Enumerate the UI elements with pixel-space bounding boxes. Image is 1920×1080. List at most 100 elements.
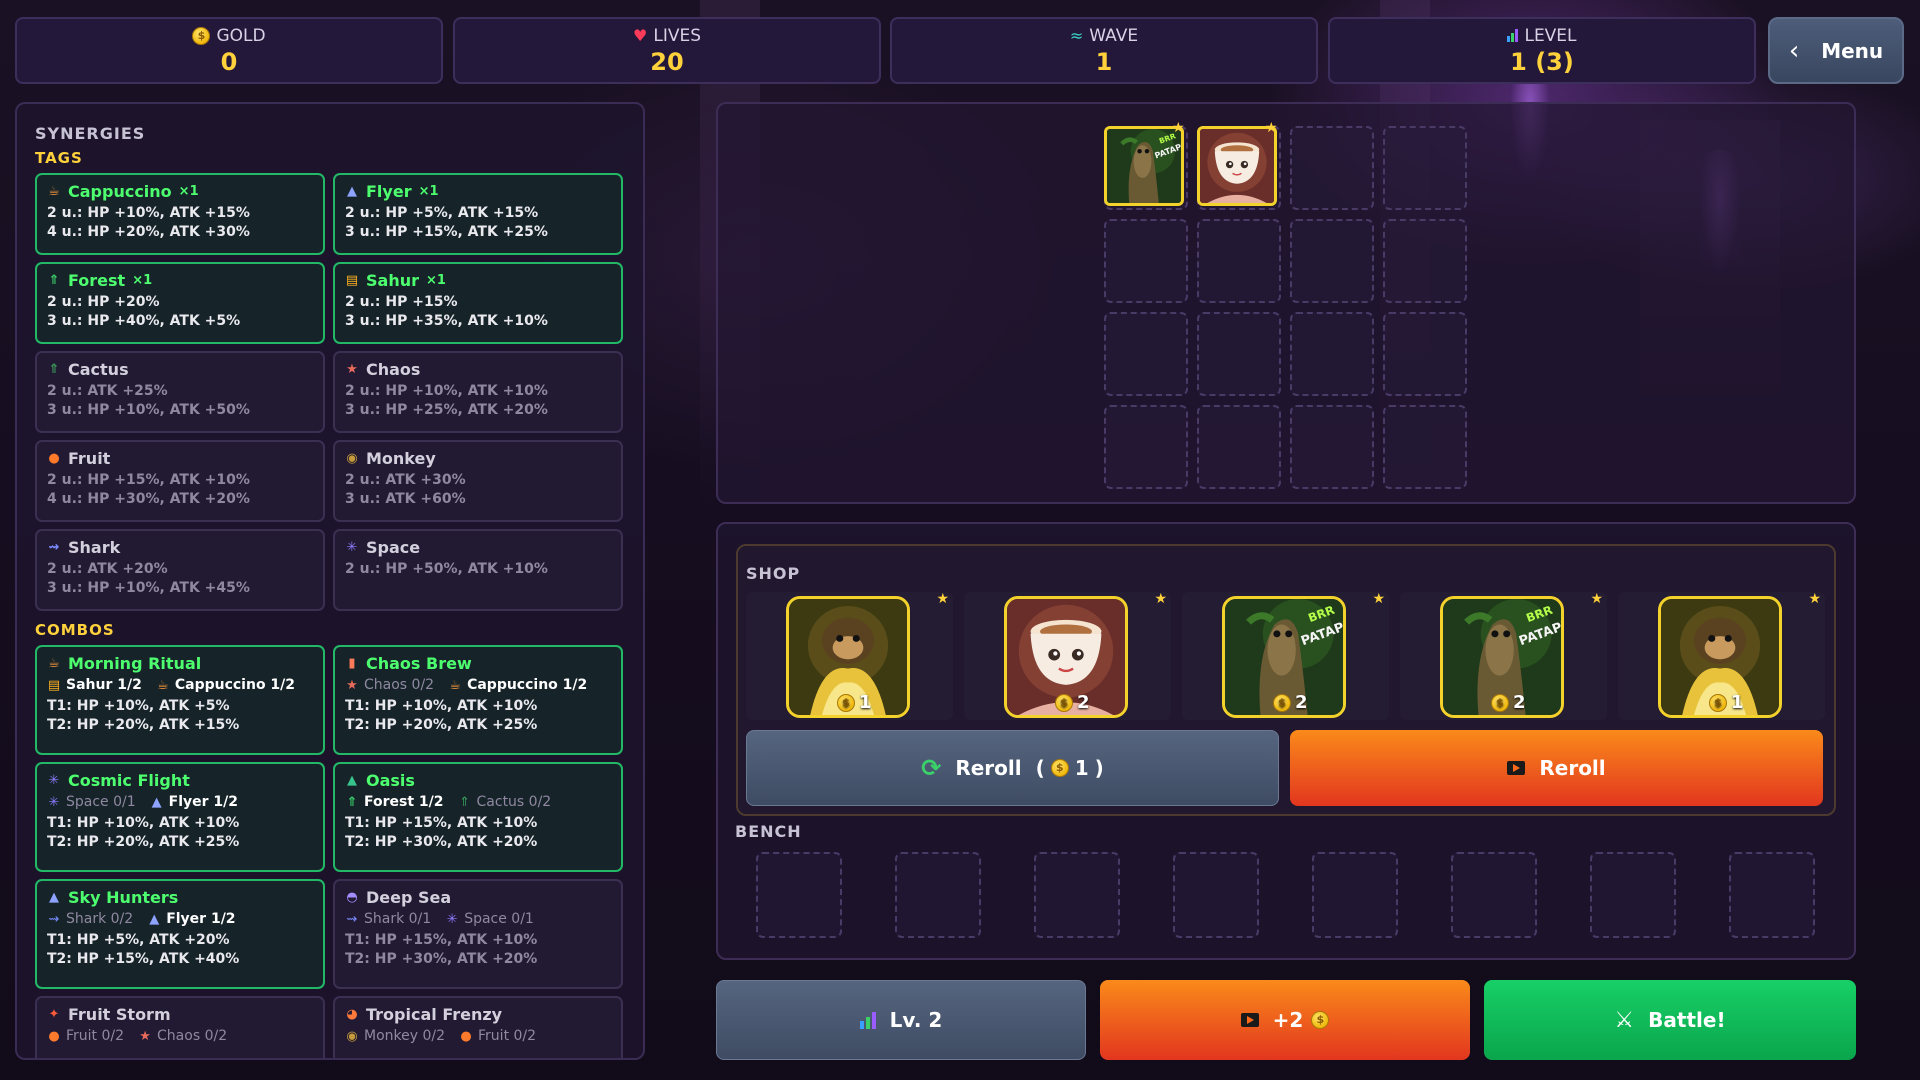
shop-unit-portrait: BRR PATAPIM $2: [1222, 596, 1346, 718]
coin-icon: $: [837, 693, 855, 712]
shop-unit-cost: $2: [1491, 692, 1526, 713]
bench-slot-1[interactable]: [756, 852, 842, 938]
star-icon: ★: [1154, 591, 1167, 607]
combo-card-cosmic-flight[interactable]: ✳ Cosmic Flight ✳ Space 0/1 ▲ Flyer 1/2 T1: HP…: [35, 762, 325, 872]
shop-unit-cost-value: 1: [859, 692, 872, 713]
brr-brr-patapim-unit[interactable]: BRR PATAPIM: [1104, 126, 1184, 206]
board-cell-r3-c3[interactable]: [1383, 405, 1467, 489]
board-cell-r0-c2[interactable]: [1290, 126, 1374, 210]
tag-card-title: ✳ Space: [345, 538, 611, 557]
level-label: LEVEL: [1524, 25, 1577, 46]
reroll-cost-close: ): [1094, 756, 1104, 780]
fruit-icon: ●: [48, 1028, 60, 1044]
fruit-storm-icon: ✦: [48, 1006, 60, 1022]
combo-card-morning-ritual[interactable]: ☕ Morning Ritual ▤ Sahur 1/2 ☕ Cappuccino 1/2…: [35, 645, 325, 755]
board-cell-r1-c0[interactable]: [1104, 219, 1188, 303]
tag-bonus-line: 3 u.: HP +10%, ATK +50%: [47, 402, 250, 418]
diver-icon: ◓: [346, 889, 358, 905]
menu-button[interactable]: ‹ Menu: [1768, 17, 1904, 84]
coin-icon: $: [192, 26, 211, 45]
tropical-icon: ◕: [346, 1006, 358, 1022]
combo-card-title: ▲ Oasis: [345, 771, 611, 790]
board-cell-r0-c3[interactable]: [1383, 126, 1467, 210]
gold-label: GOLD: [216, 25, 266, 46]
cup-art: [1200, 129, 1274, 203]
level-up-button[interactable]: Lv. 2: [716, 980, 1086, 1060]
board-cell-r2-c0[interactable]: [1104, 312, 1188, 396]
coin-icon: $: [1491, 693, 1509, 712]
tag-card-title: ▲ Flyer ×1: [345, 182, 611, 201]
star-icon: ★: [936, 591, 949, 607]
combo-name: Oasis: [366, 771, 415, 790]
combo-card-fruit-storm[interactable]: ✦ Fruit Storm ● Fruit 0/2 ★ Chaos 0/2: [35, 996, 325, 1058]
shop-unit-cost: $2: [1273, 692, 1308, 713]
shop-slot-2[interactable]: $2 ★: [964, 591, 1171, 720]
board-cell-r3-c2[interactable]: [1290, 405, 1374, 489]
combo-requirement: ☕ Cappuccino 1/2: [448, 676, 587, 695]
board-cell-r3-c1[interactable]: [1197, 405, 1281, 489]
bench-slot-8[interactable]: [1729, 852, 1815, 938]
shop-slot-4[interactable]: BRR PATAPIM $2 ★: [1400, 591, 1607, 720]
board-cell-r3-c0[interactable]: [1104, 405, 1188, 489]
plane-icon: ▲: [347, 183, 357, 199]
combo-requirement: ▲ Flyer 1/2: [150, 793, 238, 812]
tag-name: Cappuccino: [68, 182, 172, 201]
bench-slot-4[interactable]: [1173, 852, 1259, 938]
tree-icon: ⇑: [48, 272, 60, 288]
board-cell-r2-c1[interactable]: [1197, 312, 1281, 396]
board-cell-r2-c3[interactable]: [1383, 312, 1467, 396]
tag-card-chaos[interactable]: ★ Chaos 2 u.: HP +10%, ATK +10% 3 u.: HP +2…: [333, 351, 623, 433]
shop-slot-5[interactable]: $1 ★: [1618, 591, 1825, 720]
ad-gold-button[interactable]: +2 $: [1100, 980, 1470, 1060]
board-cell-r2-c2[interactable]: [1290, 312, 1374, 396]
shop-slot-1[interactable]: $1 ★: [746, 591, 953, 720]
shop-slot-3[interactable]: BRR PATAPIM $2 ★: [1182, 591, 1389, 720]
tag-card-flyer[interactable]: ▲ Flyer ×1 2 u.: HP +5%, ATK +15% 3 u.: HP +…: [333, 173, 623, 255]
bar-chart-icon: [859, 1011, 876, 1029]
oasis-icon: ▲: [347, 772, 357, 788]
cactus-icon: ⇑: [48, 361, 60, 377]
tag-name: Chaos: [366, 360, 421, 379]
combo-requirement: ☕ Cappuccino 1/2: [156, 676, 295, 695]
reroll-button[interactable]: ⟳ Reroll ( $ 1 ): [746, 730, 1279, 806]
cup-icon: ☕: [48, 655, 60, 671]
combo-requirement-text: Flyer 1/2: [168, 794, 239, 810]
tag-card-monkey[interactable]: ◉ Monkey 2 u.: ATK +30% 3 u.: ATK +60%: [333, 440, 623, 522]
bench-slot-7[interactable]: [1590, 852, 1676, 938]
combo-card-oasis[interactable]: ▲ Oasis ⇑ Forest 1/2 ⇑ Cactus 0/2 T1: HP +15%,…: [333, 762, 623, 872]
board-cell-r1-c1[interactable]: [1197, 219, 1281, 303]
combo-requirement-text: Chaos 0/2: [157, 1028, 228, 1044]
bench-slot-6[interactable]: [1451, 852, 1537, 938]
tag-bonus-line: 2 u.: ATK +20%: [47, 561, 168, 577]
combo-card-chaos-brew[interactable]: ▮ Chaos Brew ★ Chaos 0/2 ☕ Cappuccino 1/2 T1: …: [333, 645, 623, 755]
tag-card-cappuccino[interactable]: ☕ Cappuccino ×1 2 u.: HP +10%, ATK +15% 4 u.…: [35, 173, 325, 255]
combo-name: Fruit Storm: [68, 1005, 171, 1024]
board-cell-r1-c3[interactable]: [1383, 219, 1467, 303]
wave-stat: ≈ WAVE 1: [890, 17, 1318, 84]
board-cell-r1-c2[interactable]: [1290, 219, 1374, 303]
combo-bonus-line: T2: HP +20%, ATK +25%: [345, 717, 538, 733]
fruit-icon: ●: [460, 1028, 472, 1044]
combo-card-sky-hunters[interactable]: ▲ Sky Hunters ⇝ Shark 0/2 ▲ Flyer 1/2 T1: HP +…: [35, 879, 325, 989]
ad-reroll-button[interactable]: Reroll: [1290, 730, 1823, 806]
tag-card-cactus[interactable]: ⇑ Cactus 2 u.: ATK +25% 3 u.: HP +10%, ATK …: [35, 351, 325, 433]
bench-slot-2[interactable]: [895, 852, 981, 938]
cappuccino-unit[interactable]: [1197, 126, 1277, 206]
bench-slot-3[interactable]: [1034, 852, 1120, 938]
combo-requirements: ★ Chaos 0/2 ☕ Cappuccino 1/2: [345, 676, 611, 695]
combo-card-tropical-frenzy[interactable]: ◕ Tropical Frenzy ◉ Monkey 0/2 ● Fruit 0/2: [333, 996, 623, 1058]
combo-requirement-text: Forest 1/2: [364, 794, 444, 810]
battle-button[interactable]: ⚔ Battle!: [1484, 980, 1856, 1060]
game-board[interactable]: BRR PATAPIM ★ ★: [716, 102, 1856, 504]
shark-icon: ⇝: [48, 539, 60, 555]
tag-card-sahur[interactable]: ▤ Sahur ×1 2 u.: HP +15% 3 u.: HP +35%, ATK …: [333, 262, 623, 344]
tag-card-fruit[interactable]: ● Fruit 2 u.: HP +15%, ATK +10% 4 u.: HP +3…: [35, 440, 325, 522]
tag-card-forest[interactable]: ⇑ Forest ×1 2 u.: HP +20% 3 u.: HP +40%, ATK…: [35, 262, 325, 344]
drum-icon: ▤: [47, 677, 61, 693]
combo-card-deep-sea[interactable]: ◓ Deep Sea ⇝ Shark 0/1 ✳ Space 0/1 T1: HP +15%…: [333, 879, 623, 989]
heart-icon: ♥: [633, 26, 648, 45]
bench-slot-5[interactable]: [1312, 852, 1398, 938]
tag-card-space[interactable]: ✳ Space 2 u.: HP +50%, ATK +10%: [333, 529, 623, 611]
synergies-panel[interactable]: SYNERGIES TAGS ☕ Cappuccino ×1 2 u.: HP +10…: [15, 102, 645, 1060]
tag-card-shark[interactable]: ⇝ Shark 2 u.: ATK +20% 3 u.: HP +10%, ATK +…: [35, 529, 325, 611]
